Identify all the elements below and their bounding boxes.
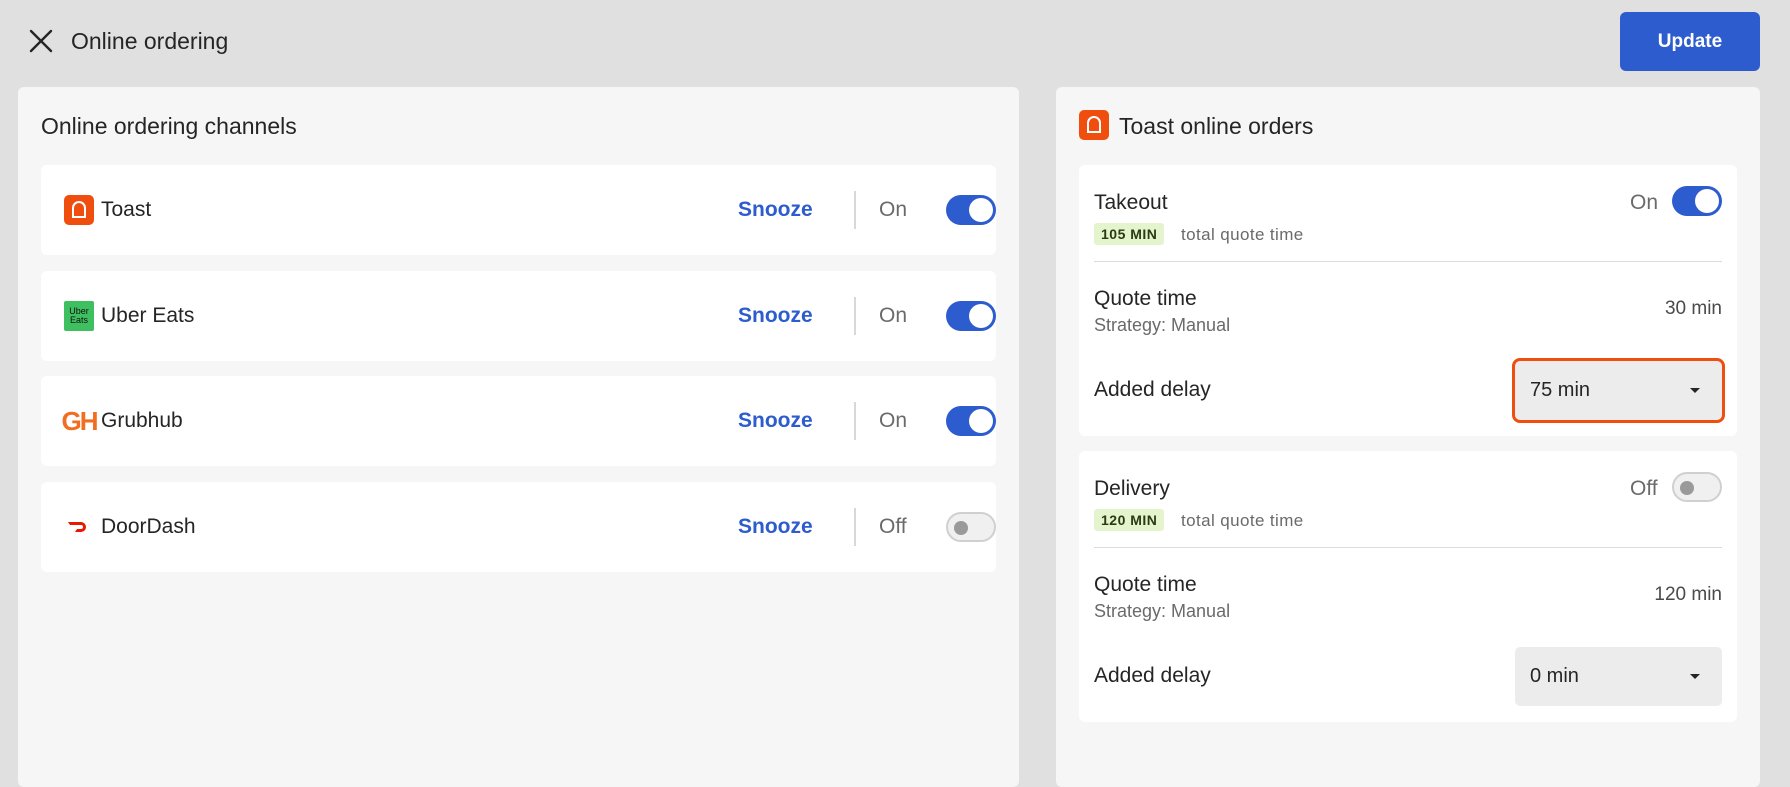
strategy-label: Strategy: Manual	[1094, 601, 1231, 621]
channels-panel-title: Online ordering channels	[41, 113, 297, 139]
chevron-down-icon	[1690, 388, 1700, 393]
quote-time-label: Quote time	[1094, 573, 1197, 596]
divider	[854, 191, 856, 229]
channel-state-label: On	[879, 198, 908, 221]
channel-toggle[interactable]	[946, 195, 996, 225]
added-delay-label: Added delay	[1094, 378, 1211, 401]
channel-state-label: Off	[879, 515, 907, 538]
total-quote-label: total quote time	[1181, 225, 1304, 244]
channel-name: Grubhub	[101, 409, 183, 432]
channel-name: Toast	[101, 198, 152, 221]
toggle-knob	[969, 198, 993, 222]
toast-icon	[64, 195, 94, 225]
divider	[854, 297, 856, 335]
update-button[interactable]: Update	[1620, 12, 1760, 71]
channel-toggle[interactable]	[946, 301, 996, 331]
toast-orders-title: Toast online orders	[1119, 113, 1314, 139]
channel-toggle[interactable]	[946, 512, 996, 542]
channel-name: Uber Eats	[101, 304, 195, 327]
takeout-toggle[interactable]	[1672, 186, 1722, 216]
channel-card-toast: Toast Snooze On	[41, 165, 996, 255]
delivery-toggle[interactable]	[1672, 472, 1722, 502]
select-value: 75 min	[1530, 379, 1591, 401]
channel-state-label: On	[879, 304, 908, 327]
divider	[1094, 547, 1722, 548]
total-quote-badge: 105 MIN	[1094, 223, 1165, 245]
close-icon	[29, 29, 53, 53]
divider	[1094, 261, 1722, 262]
snooze-button[interactable]: Snooze	[738, 409, 813, 433]
takeout-card: Takeout On 105 MIN total quote time Quot…	[1079, 165, 1737, 436]
toggle-knob	[1680, 481, 1694, 495]
delivery-state-label: Off	[1630, 477, 1658, 500]
strategy-label: Strategy: Manual	[1094, 315, 1231, 335]
takeout-title: Takeout	[1094, 191, 1168, 214]
grubhub-icon: GH	[61, 405, 99, 436]
channel-name: DoorDash	[101, 515, 196, 538]
quote-time-value: 120 min	[1654, 584, 1722, 605]
select-value: 0 min	[1530, 665, 1579, 687]
doordash-icon	[64, 512, 94, 542]
toggle-knob	[969, 304, 993, 328]
top-bar: Online ordering Update	[0, 0, 1790, 82]
delivery-card: Delivery Off 120 MIN total quote time Qu…	[1079, 451, 1737, 722]
takeout-added-delay-select[interactable]: 75 min	[1512, 358, 1725, 423]
takeout-state-label: On	[1630, 191, 1659, 214]
channel-card-grubhub: GH Grubhub Snooze On	[41, 376, 996, 466]
snooze-button[interactable]: Snooze	[738, 304, 813, 328]
quote-time-label: Quote time	[1094, 287, 1197, 310]
added-delay-label: Added delay	[1094, 664, 1211, 687]
channel-toggle[interactable]	[946, 406, 996, 436]
toggle-knob	[954, 521, 968, 535]
channel-card-doordash: DoorDash Snooze Off	[41, 482, 996, 572]
snooze-button[interactable]: Snooze	[738, 198, 813, 222]
delivery-added-delay-select[interactable]: 0 min	[1515, 647, 1722, 706]
chevron-down-icon	[1690, 674, 1700, 679]
total-quote-badge: 120 MIN	[1094, 509, 1165, 531]
delivery-title: Delivery	[1094, 477, 1170, 500]
channel-card-uber-eats: Uber Eats Uber Eats Snooze On	[41, 271, 996, 361]
toggle-knob	[969, 409, 993, 433]
uber-eats-icon: Uber Eats	[64, 301, 94, 331]
quote-time-value: 30 min	[1664, 298, 1722, 319]
page-title: Online ordering	[71, 28, 229, 54]
divider	[854, 402, 856, 440]
uber-eats-logo-text: Uber Eats	[69, 306, 89, 325]
snooze-button[interactable]: Snooze	[738, 515, 813, 539]
channels-panel: Online ordering channels Toast Snooze On…	[18, 87, 1019, 787]
close-button[interactable]	[24, 24, 58, 58]
divider	[854, 508, 856, 546]
toast-icon	[1079, 110, 1109, 140]
toggle-knob	[1695, 189, 1719, 213]
grubhub-logo-text: GH	[61, 405, 99, 436]
total-quote-label: total quote time	[1181, 511, 1304, 530]
toast-orders-panel: Toast online orders Takeout On 105 MIN t…	[1056, 87, 1760, 787]
channel-state-label: On	[879, 409, 908, 432]
